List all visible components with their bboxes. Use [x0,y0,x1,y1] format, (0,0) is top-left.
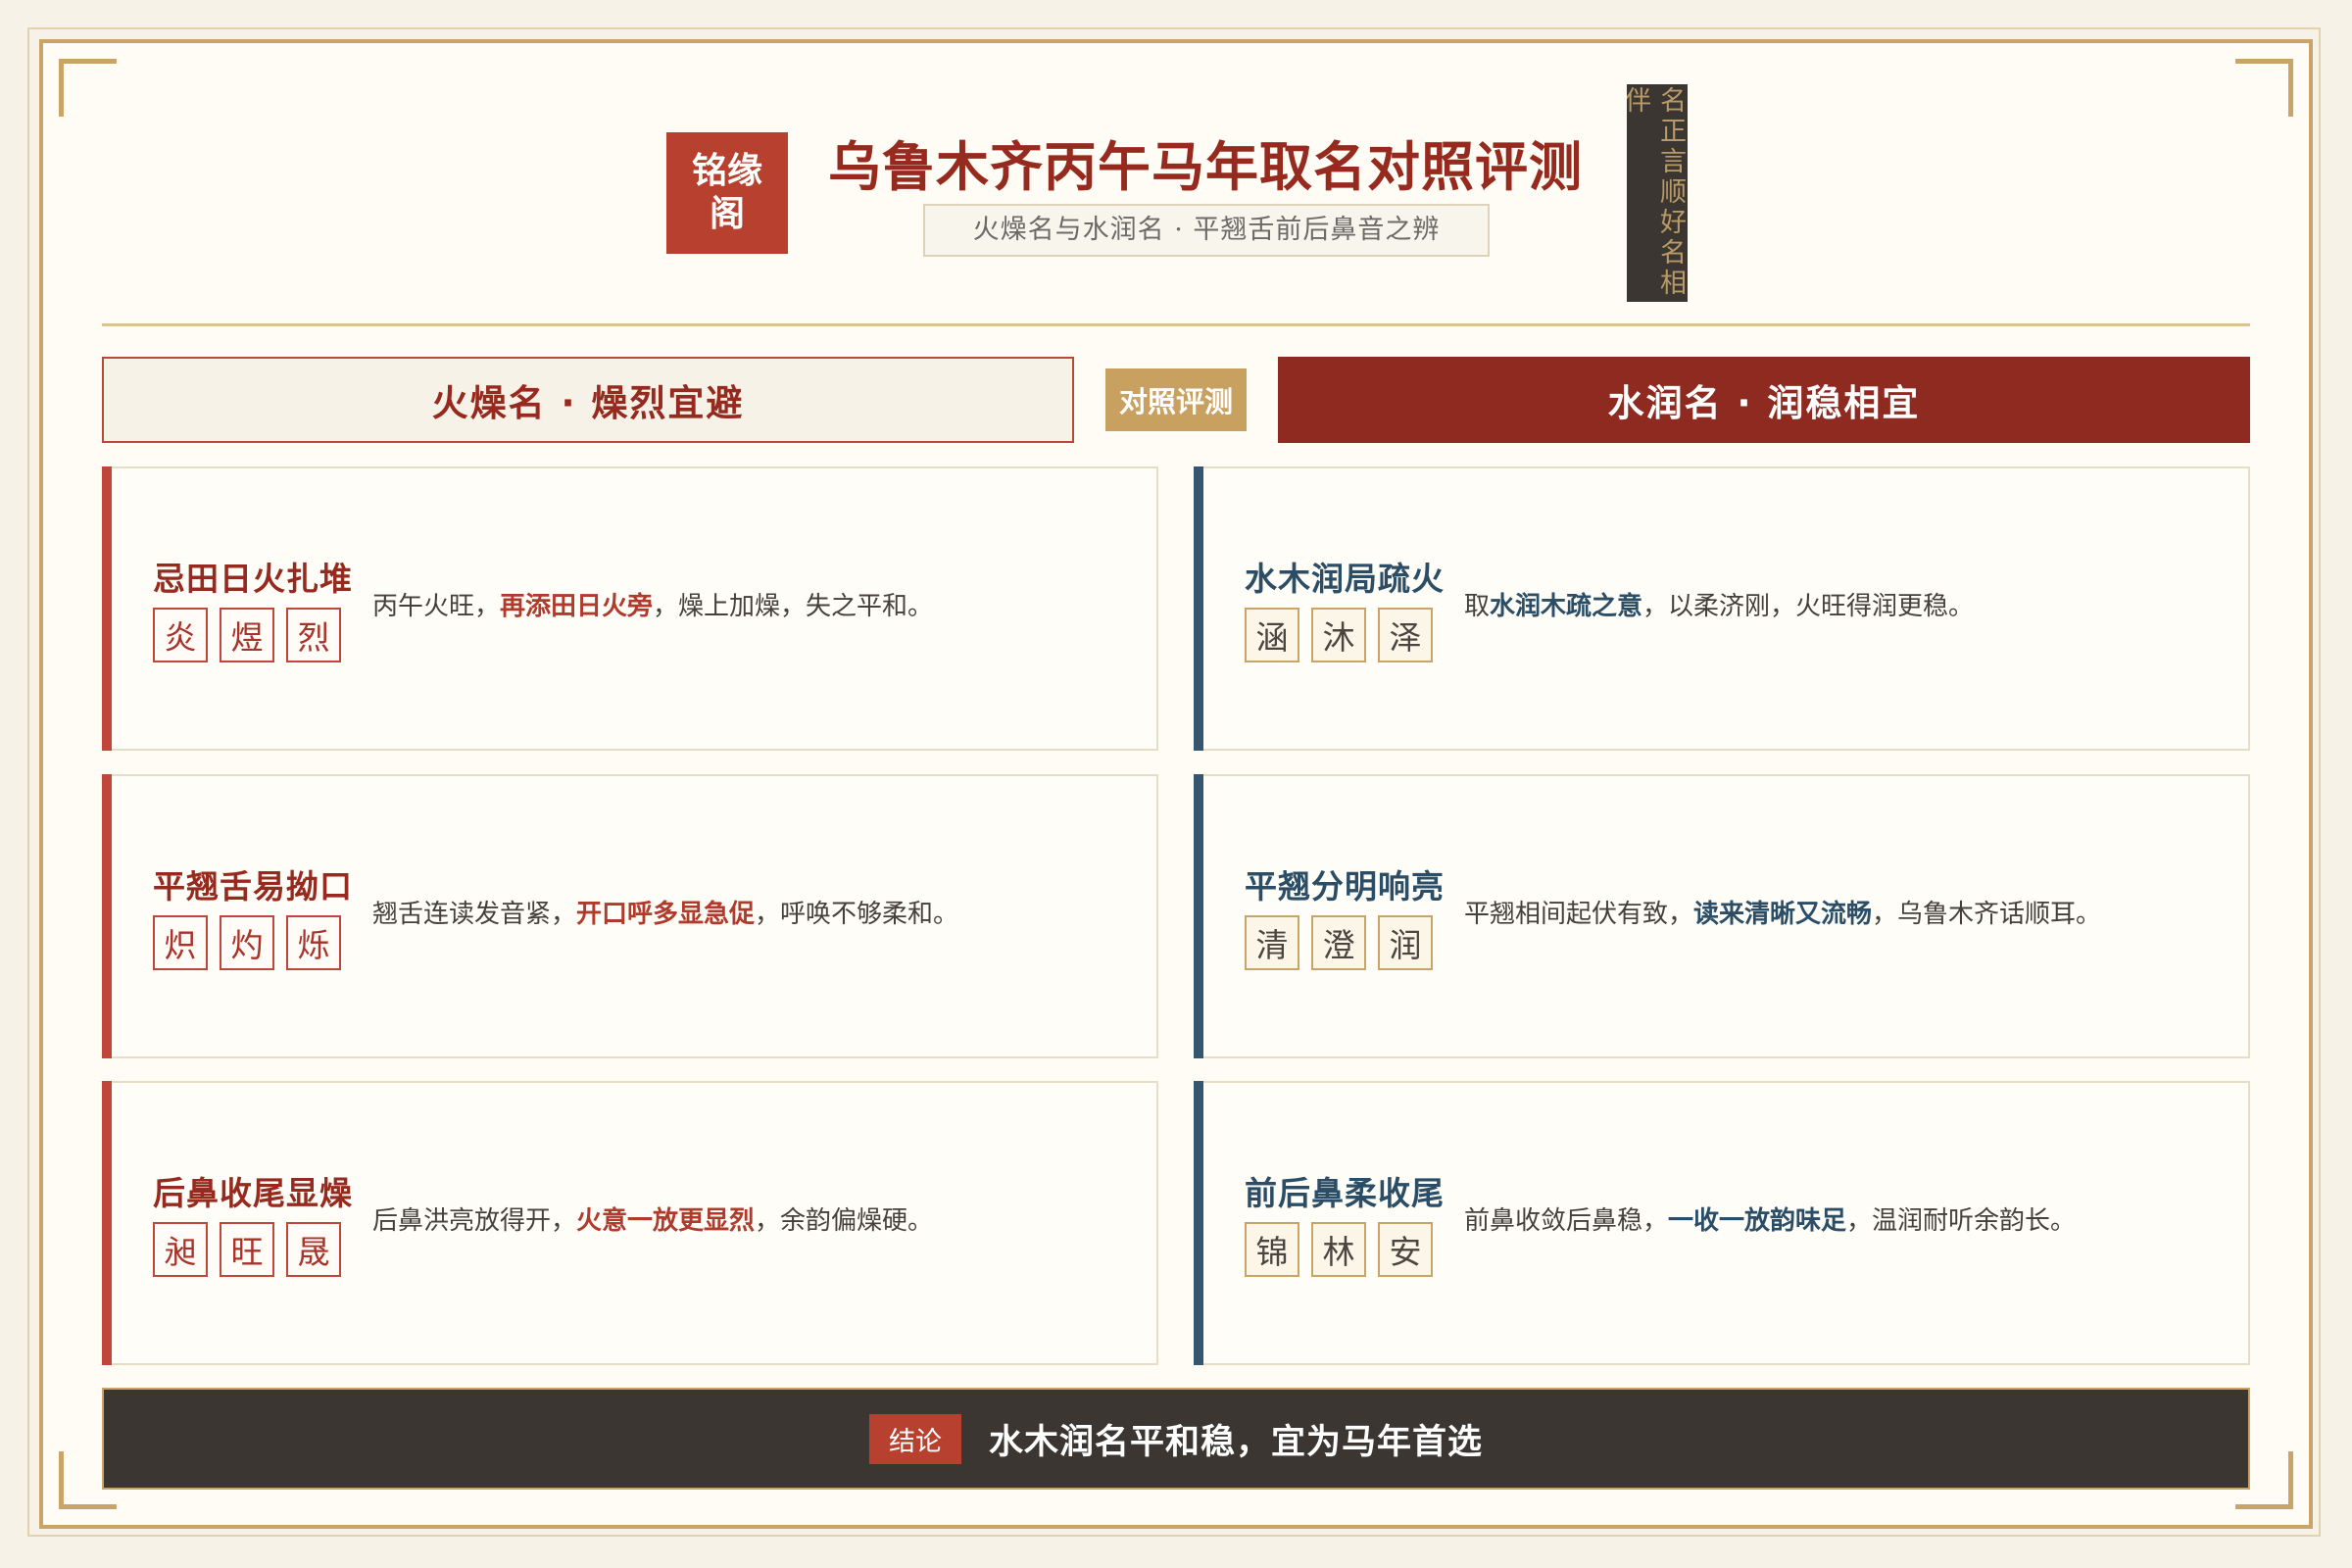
example-char: 煜 [220,608,274,662]
desc-text: ，温润耐听余韵长。 [1846,1206,2077,1236]
card-accent-bar [1194,466,1203,751]
desc-highlight: 再添田日火旁 [500,592,654,621]
example-char: 澄 [1311,915,1366,970]
example-chars: 涵 沐 泽 [1245,608,1433,662]
desc-text: ，燥上加燥，失之平和。 [653,592,934,621]
water-column-header: 水润名 · 润稳相宜 [1278,357,2250,443]
card-description: 翘舌连读发音紧，开口呼多显急促，呼唤不够柔和。 [372,894,1127,930]
desc-text: ，乌鲁木齐话顺耳。 [1872,900,2102,929]
desc-text: ，余韵偏燥硬。 [755,1206,934,1236]
example-char: 炎 [153,608,208,662]
water-card: 前后鼻柔收尾 锦 林 安 前鼻收敛后鼻稳，一收一放韵味足，温润耐听余韵长。 [1194,1081,2250,1365]
desc-highlight: 火意一放更显烈 [576,1206,756,1236]
desc-text: ，呼唤不够柔和。 [755,900,959,929]
card-description: 丙午火旺，再添田日火旁，燥上加燥，失之平和。 [372,586,1127,622]
conclusion-tag: 结论 [868,1413,961,1464]
desc-text: 丙午火旺， [372,592,501,621]
example-char: 烁 [286,915,341,970]
card-title: 平翘舌易拗口 [153,867,353,906]
card-title: 后鼻收尾显燥 [153,1174,353,1212]
card-title: 平翘分明响亮 [1245,867,1445,906]
brand-logo: 铭缘阁 [666,132,788,254]
example-chars: 炽 灼 烁 [153,915,341,970]
example-char: 昶 [153,1222,208,1277]
card-title: 水木润局疏火 [1245,560,1445,598]
example-chars: 锦 林 安 [1245,1222,1433,1277]
desc-highlight: 开口呼多显急促 [576,900,756,929]
example-char: 烈 [286,608,341,662]
card-description: 前鼻收敛后鼻稳，一收一放韵味足，温润耐听余韵长。 [1464,1200,2219,1237]
example-char: 林 [1311,1222,1366,1277]
corner-ornament-top-right [2235,59,2293,117]
card-accent-bar [1194,774,1203,1058]
fire-card: 平翘舌易拗口 炽 灼 烁 翘舌连读发音紧，开口呼多显急促，呼唤不够柔和。 [102,774,1158,1058]
example-char: 灼 [220,915,274,970]
example-char: 晟 [286,1222,341,1277]
desc-text: 平翘相间起伏有致， [1464,900,1694,929]
example-char: 润 [1378,915,1433,970]
example-chars: 清 澄 润 [1245,915,1433,970]
example-char: 泽 [1378,608,1433,662]
example-char: 锦 [1245,1222,1299,1277]
card-description: 取水润木疏之意，以柔济刚，火旺得润更稳。 [1464,586,2219,622]
card-title: 前后鼻柔收尾 [1245,1174,1445,1212]
water-card: 平翘分明响亮 清 澄 润 平翘相间起伏有致，读来清晰又流畅，乌鲁木齐话顺耳。 [1194,774,2250,1058]
example-char: 沐 [1311,608,1366,662]
fire-column-header: 火燥名 · 燥烈宜避 [102,357,1074,443]
example-chars: 炎 煜 烈 [153,608,341,662]
comparison-badge: 对照评测 [1105,368,1247,431]
card-accent-bar [102,774,112,1058]
vertical-seal: 名正言顺好名相伴 [1627,84,1688,302]
conclusion-text: 水木润名平和稳，宜为马年首选 [988,1422,1483,1462]
example-chars: 昶 旺 晟 [153,1222,341,1277]
card-accent-bar [1194,1081,1203,1365]
desc-highlight: 一收一放韵味足 [1668,1206,1847,1236]
page-subtitle: 火燥名与水润名 · 平翘舌前后鼻音之辨 [923,204,1490,257]
example-char: 炽 [153,915,208,970]
conclusion-banner: 结论 水木润名平和稳，宜为马年首选 [102,1388,2250,1490]
water-card: 水木润局疏火 涵 沐 泽 取水润木疏之意，以柔济刚，火旺得润更稳。 [1194,466,2250,751]
desc-text: 翘舌连读发音紧， [372,900,577,929]
example-char: 清 [1245,915,1299,970]
desc-text: 后鼻洪亮放得开， [372,1206,577,1236]
desc-text: 前鼻收敛后鼻稳， [1464,1206,1669,1236]
corner-ornament-top-left [59,59,117,117]
example-char: 涵 [1245,608,1299,662]
desc-text: 取 [1464,592,1491,621]
fire-card: 后鼻收尾显燥 昶 旺 晟 后鼻洪亮放得开，火意一放更显烈，余韵偏燥硬。 [102,1081,1158,1365]
desc-text: ，以柔济刚，火旺得润更稳。 [1642,592,1975,621]
page-title: 乌鲁木齐丙午马年取名对照评测 [828,136,1583,198]
card-accent-bar [102,1081,112,1365]
card-description: 后鼻洪亮放得开，火意一放更显烈，余韵偏燥硬。 [372,1200,1127,1237]
card-accent-bar [102,466,112,751]
card-title: 忌田日火扎堆 [153,560,353,598]
example-char: 安 [1378,1222,1433,1277]
desc-highlight: 水润木疏之意 [1490,592,1643,621]
card-description: 平翘相间起伏有致，读来清晰又流畅，乌鲁木齐话顺耳。 [1464,894,2219,930]
header-divider [102,323,2250,326]
fire-card: 忌田日火扎堆 炎 煜 烈 丙午火旺，再添田日火旁，燥上加燥，失之平和。 [102,466,1158,751]
example-char: 旺 [220,1222,274,1277]
desc-highlight: 读来清晰又流畅 [1693,900,1873,929]
